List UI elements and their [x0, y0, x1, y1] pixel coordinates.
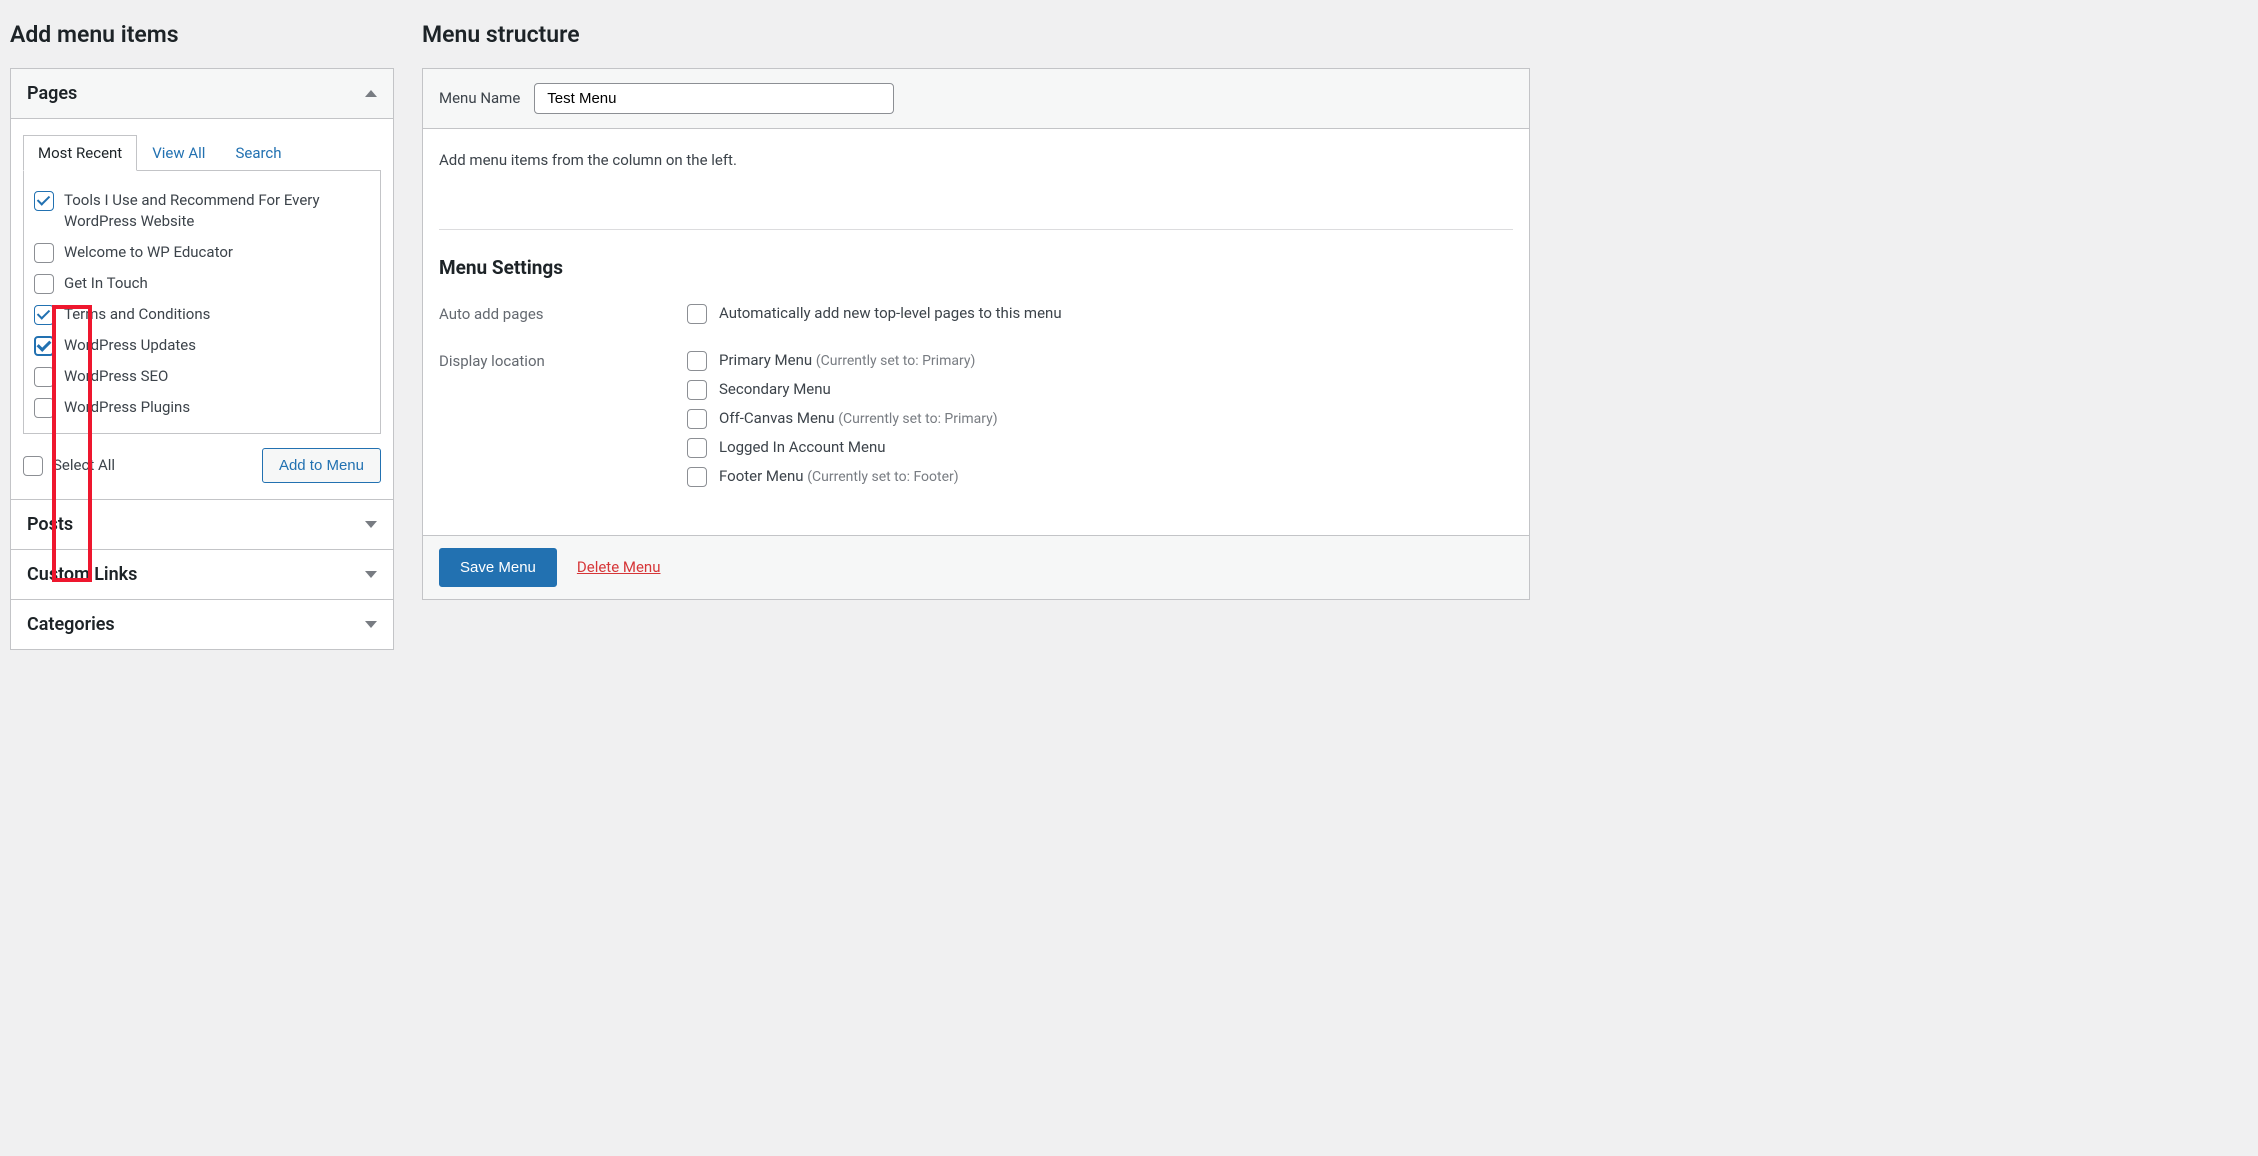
- location-checkbox[interactable]: [687, 351, 707, 371]
- page-checkbox[interactable]: [34, 191, 54, 211]
- page-list: Tools I Use and Recommend For Every Word…: [23, 170, 381, 434]
- location-item: Off-Canvas Menu (Currently set to: Prima…: [687, 408, 1513, 429]
- list-item: WordPress Plugins: [34, 392, 370, 423]
- location-item: Primary Menu (Currently set to: Primary): [687, 350, 1513, 371]
- posts-panel-header[interactable]: Posts: [11, 500, 393, 550]
- accordion-group: Pages Most Recent View All Search Tools …: [10, 68, 394, 650]
- list-item: WordPress SEO: [34, 361, 370, 392]
- menu-name-label: Menu Name: [439, 89, 520, 107]
- page-checkbox[interactable]: [34, 336, 54, 356]
- location-checkbox[interactable]: [687, 380, 707, 400]
- tab-search[interactable]: Search: [220, 135, 296, 171]
- location-note: (Currently set to: Primary): [816, 353, 975, 369]
- page-checkbox[interactable]: [34, 274, 54, 294]
- select-all-row: Select All: [23, 455, 115, 476]
- pages-tabs: Most Recent View All Search: [23, 135, 381, 171]
- auto-add-row: Auto add pages Automatically add new top…: [439, 303, 1513, 332]
- location-checkbox[interactable]: [687, 409, 707, 429]
- menu-settings-heading: Menu Settings: [439, 256, 1513, 279]
- menu-name-input[interactable]: [534, 83, 894, 114]
- location-note: (Currently set to: Footer): [807, 469, 958, 485]
- list-item: Tools I Use and Recommend For Every Word…: [34, 185, 370, 237]
- chevron-up-icon: [365, 90, 377, 97]
- menu-structure-heading: Menu structure: [422, 20, 1530, 50]
- chevron-down-icon: [365, 621, 377, 628]
- add-to-menu-button[interactable]: Add to Menu: [262, 448, 381, 483]
- posts-panel-title: Posts: [27, 514, 73, 535]
- page-label: WordPress SEO: [64, 366, 370, 387]
- add-menu-items-heading: Add menu items: [10, 20, 394, 50]
- pages-panel-header[interactable]: Pages: [11, 69, 393, 119]
- page-label: WordPress Updates: [64, 335, 370, 356]
- location-checkbox[interactable]: [687, 438, 707, 458]
- menu-panel: Menu Name Add menu items from the column…: [422, 68, 1530, 600]
- chevron-down-icon: [365, 571, 377, 578]
- list-item: Get In Touch: [34, 268, 370, 299]
- auto-add-label: Auto add pages: [439, 303, 687, 332]
- page-label: Get In Touch: [64, 273, 370, 294]
- tab-view-all[interactable]: View All: [137, 135, 220, 171]
- page-label: Tools I Use and Recommend For Every Word…: [64, 190, 370, 232]
- custom-links-panel-title: Custom Links: [27, 564, 137, 585]
- instruction-text: Add menu items from the column on the le…: [439, 151, 1513, 169]
- location-item: Secondary Menu: [687, 379, 1513, 400]
- categories-panel-header[interactable]: Categories: [11, 600, 393, 649]
- pages-panel-body: Most Recent View All Search Tools I Use …: [11, 119, 393, 500]
- display-location-row: Display location Primary Menu (Currently…: [439, 350, 1513, 495]
- auto-add-option-label: Automatically add new top-level pages to…: [719, 304, 1062, 322]
- list-item: WordPress Updates: [34, 330, 370, 361]
- menu-footer: Save Menu Delete Menu: [423, 535, 1529, 599]
- select-all-label: Select All: [53, 456, 115, 474]
- save-menu-button[interactable]: Save Menu: [439, 548, 557, 587]
- menu-header: Menu Name: [423, 69, 1529, 129]
- page-label: Welcome to WP Educator: [64, 242, 370, 263]
- select-all-checkbox[interactable]: [23, 456, 43, 476]
- custom-links-panel-header[interactable]: Custom Links: [11, 550, 393, 600]
- tab-most-recent[interactable]: Most Recent: [23, 135, 137, 171]
- page-checkbox[interactable]: [34, 398, 54, 418]
- location-label: Logged In Account Menu: [719, 438, 886, 456]
- page-checkbox[interactable]: [34, 243, 54, 263]
- location-checkbox[interactable]: [687, 467, 707, 487]
- pages-panel-title: Pages: [27, 83, 77, 104]
- location-note: (Currently set to: Primary): [838, 411, 997, 427]
- location-label: Primary Menu: [719, 351, 812, 369]
- categories-panel-title: Categories: [27, 614, 115, 635]
- page-checkbox[interactable]: [34, 305, 54, 325]
- location-label: Footer Menu: [719, 467, 804, 485]
- location-item: Footer Menu (Currently set to: Footer): [687, 466, 1513, 487]
- list-item: Terms and Conditions: [34, 299, 370, 330]
- location-label: Off-Canvas Menu: [719, 409, 834, 427]
- page-label: WordPress Plugins: [64, 397, 370, 418]
- page-label: Terms and Conditions: [64, 304, 370, 325]
- menu-body: Add menu items from the column on the le…: [423, 129, 1529, 535]
- list-item: Welcome to WP Educator: [34, 237, 370, 268]
- auto-add-checkbox[interactable]: [687, 304, 707, 324]
- page-checkbox[interactable]: [34, 367, 54, 387]
- display-location-label: Display location: [439, 350, 687, 495]
- divider: [439, 229, 1513, 230]
- delete-menu-link[interactable]: Delete Menu: [577, 558, 661, 576]
- chevron-down-icon: [365, 521, 377, 528]
- location-label: Secondary Menu: [719, 380, 831, 398]
- location-item: Logged In Account Menu: [687, 437, 1513, 458]
